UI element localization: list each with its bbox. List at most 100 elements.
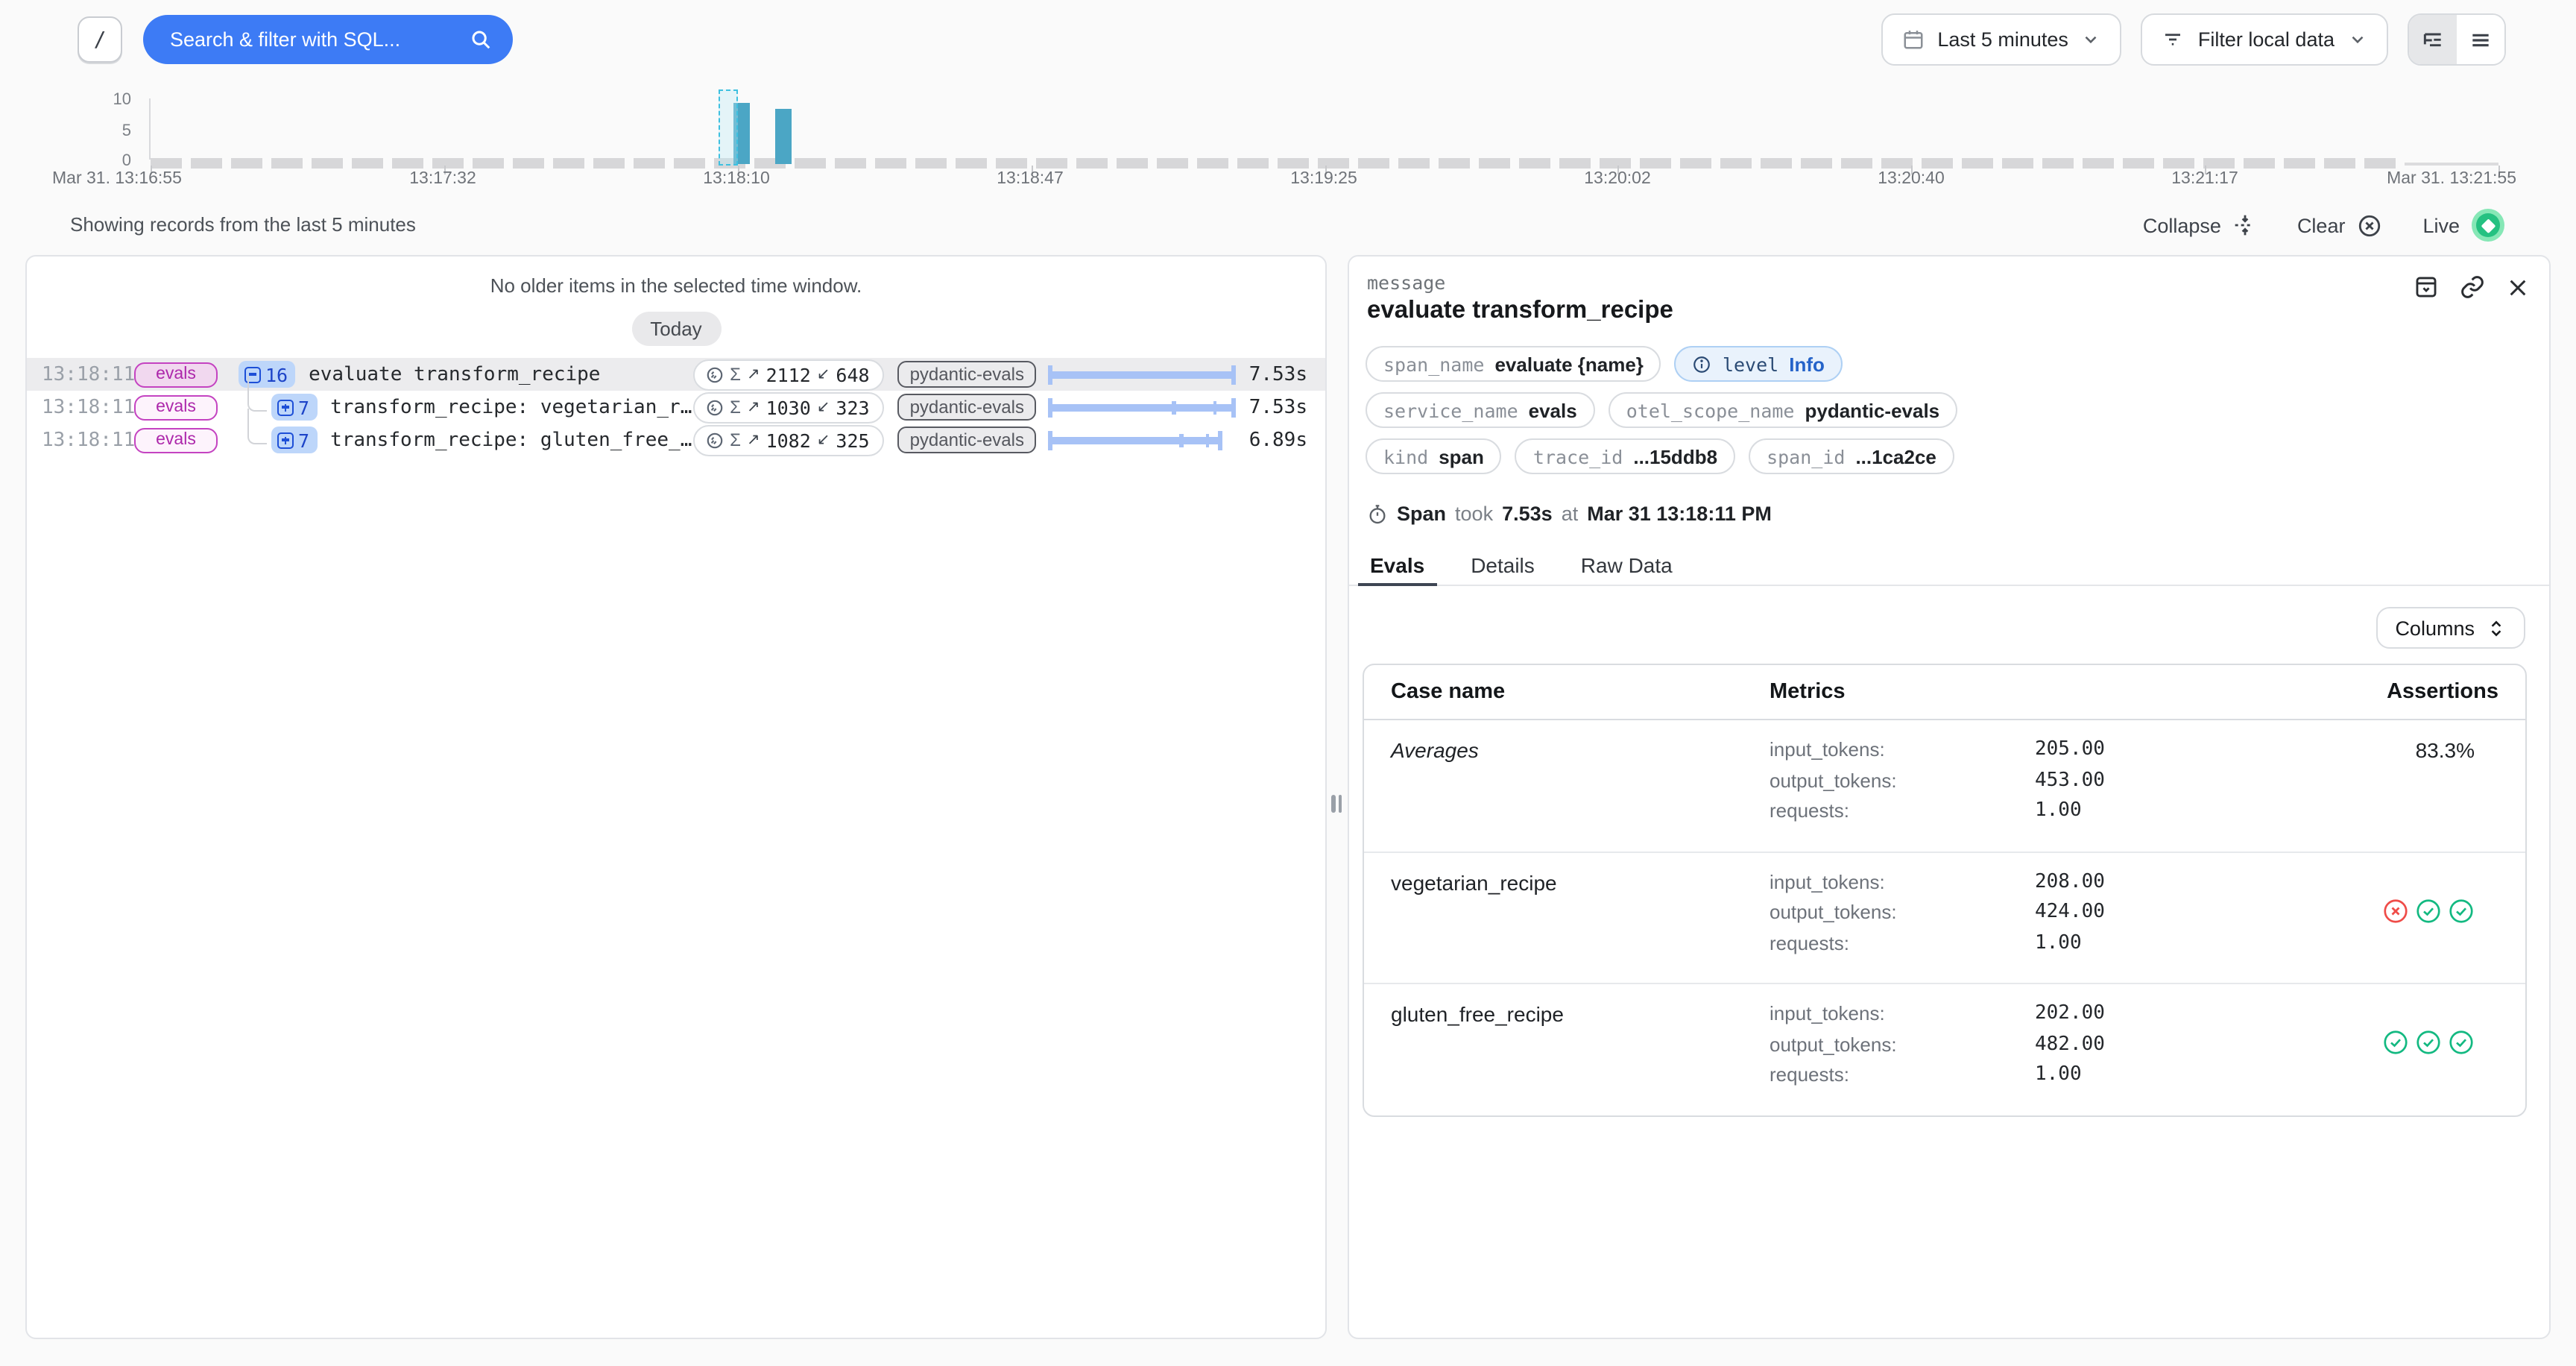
attribute-tag[interactable]: span_id...1ca2ce [1749,438,1954,474]
service-tag-badge[interactable]: evals [134,427,218,453]
case-name: Averages [1391,737,1479,762]
duration-bar [1048,364,1236,385]
search-button-label: Search & filter with SQL... [170,28,400,51]
header-assertions: Assertions [2287,680,2525,704]
table-row[interactable]: 13:18:11 evals 7 transform_recipe: glute… [27,424,1325,456]
tree-view-toggle[interactable] [2409,15,2457,64]
columns-button[interactable]: Columns [2375,607,2525,649]
tab-raw-data[interactable]: Raw Data [1578,544,1676,585]
level-info-tag[interactable]: levelInfo [1675,346,1843,382]
eval-case-row[interactable]: Averages input_tokens:205.00output_token… [1364,720,2525,852]
x-tick-label: 13:19:25 [1290,170,1357,188]
info-icon [1693,354,1712,374]
tree-view-icon [2421,28,2445,51]
chart-plot-area[interactable] [149,98,2498,160]
assertions-percent: 83.3% [2416,738,2498,762]
span-summary: Span took 7.53s at Mar 31 13:18:11 PM [1367,503,1772,525]
time-range-select[interactable]: Last 5 minutes [1881,13,2122,66]
toggle-square-icon [277,432,294,448]
day-divider: Today [631,312,721,346]
summary-duration: 7.53s [1502,503,1553,525]
clear-label: Clear [2297,214,2346,236]
row-timestamp: 13:18:11 [42,363,134,385]
span-detail-panel: message evaluate transform_recipe span_n… [1348,255,2551,1339]
chart-selection-box[interactable] [719,89,739,166]
chart-bar[interactable] [775,109,792,164]
service-tag-badge[interactable]: evals [134,362,218,387]
panel-resize-handle[interactable] [1327,790,1346,817]
eval-case-row[interactable]: vegetarian_recipe input_tokens:208.00out… [1364,852,2525,984]
table-row[interactable]: 13:18:11 evals 16 evaluate transform_rec… [27,358,1325,391]
coin-icon [704,430,724,450]
tab-evals[interactable]: Evals [1367,544,1427,585]
topbar: / Search & filter with SQL... Last 5 min… [0,0,2576,78]
metric-label: input_tokens: [1770,870,2035,893]
duration-text: 7.53s [1248,363,1325,385]
metric-label: output_tokens: [1770,901,2035,923]
x-tick-label: Mar 31. 13:21:55 [2387,170,2516,188]
search-button[interactable]: Search & filter with SQL... [143,15,513,64]
service-tag-badge[interactable]: evals [134,394,218,420]
copy-link-icon[interactable] [2460,274,2485,300]
table-row[interactable]: 13:18:11 evals 7 transform_recipe: veget… [27,391,1325,424]
token-usage-pill[interactable]: Σ ↗ 1030 ↙ 323 [692,391,884,423]
collapse-button[interactable]: Collapse [2143,213,2257,237]
columns-label: Columns [2395,617,2475,639]
stopwatch-icon [1367,503,1388,524]
open-in-panel-icon[interactable] [2414,274,2439,300]
evals-table-header: Case name Metrics Assertions [1364,665,2525,720]
otel-scope-badge[interactable]: pydantic-evals [898,361,1036,388]
row-timestamp: 13:18:11 [42,429,134,451]
metric-value: 202.00 [2035,1002,2105,1024]
slash-shortcut-key[interactable]: / [78,16,122,63]
metric-value: 1.00 [2035,799,2082,822]
expand-toggle[interactable]: 7 [271,394,317,421]
arrow-up-right-icon: ↗ [747,431,760,449]
span-name-text: evaluate transform_recipe [309,363,692,385]
chart-zero-dashes [151,158,2405,169]
timeline-chart[interactable]: 1050 Mar 31. 13:16:5513:17:3213:18:1013:… [0,85,2576,197]
trace-rows: 13:18:11 evals 16 evaluate transform_rec… [27,358,1325,456]
tab-details[interactable]: Details [1468,544,1538,585]
attribute-tag[interactable]: trace_id...15ddb8 [1515,438,1735,474]
case-metrics: input_tokens:202.00output_tokens:482.00r… [1770,1002,2287,1094]
time-range-label: Last 5 minutes [1937,28,2068,51]
attribute-tag[interactable]: kindspan [1366,438,1502,474]
span-name-text: transform_recipe: vegetarian_recipe [330,396,692,418]
live-indicator-icon [2472,209,2504,242]
live-label: Live [2422,214,2460,236]
x-tick-label: 13:18:10 [703,170,770,188]
summary-noun: Span [1397,503,1446,525]
expand-toggle[interactable]: 7 [271,427,317,453]
arrow-up-right-icon: ↗ [747,398,760,416]
attribute-tag[interactable]: otel_scope_namepydantic-evals [1609,392,1957,428]
eval-case-row[interactable]: gluten_free_recipe input_tokens:202.00ou… [1364,984,2525,1115]
filter-local-data-select[interactable]: Filter local data [2141,13,2388,66]
x-tick-label: 13:18:47 [997,170,1064,188]
list-view-toggle[interactable] [2457,15,2504,64]
otel-scope-badge[interactable]: pydantic-evals [898,394,1036,421]
chevron-down-icon [2082,30,2101,49]
sigma-icon: Σ [730,364,741,385]
metric-value: 424.00 [2035,901,2105,923]
duration-bar [1048,429,1236,450]
close-icon[interactable] [2506,275,2530,299]
header-metrics: Metrics [1770,680,2287,704]
arrow-down-left-icon: ↙ [817,365,830,383]
otel-scope-badge[interactable]: pydantic-evals [898,427,1036,453]
filter-local-data-label: Filter local data [2198,28,2334,51]
token-usage-pill[interactable]: Σ ↗ 1082 ↙ 325 [692,424,884,456]
token-usage-pill[interactable]: Σ ↗ 2112 ↙ 648 [692,359,884,390]
assertion-fail-icon [2382,897,2409,924]
case-metrics: input_tokens:205.00output_tokens:453.00r… [1770,738,2287,830]
assertions-percent [2475,870,2498,894]
span-title: evaluate transform_recipe [1367,297,1673,325]
y-tick-label: 0 [89,152,131,170]
attribute-tag[interactable]: span_nameevaluate {name} [1366,346,1661,382]
attribute-tag[interactable]: service_nameevals [1366,392,1595,428]
detail-tabs: Evals Details Raw Data [1349,544,2549,586]
metric-value: 1.00 [2035,931,2082,954]
toggle-square-icon [277,399,294,415]
clear-button[interactable]: Clear [2297,213,2383,238]
live-toggle[interactable]: Live [2422,209,2504,242]
